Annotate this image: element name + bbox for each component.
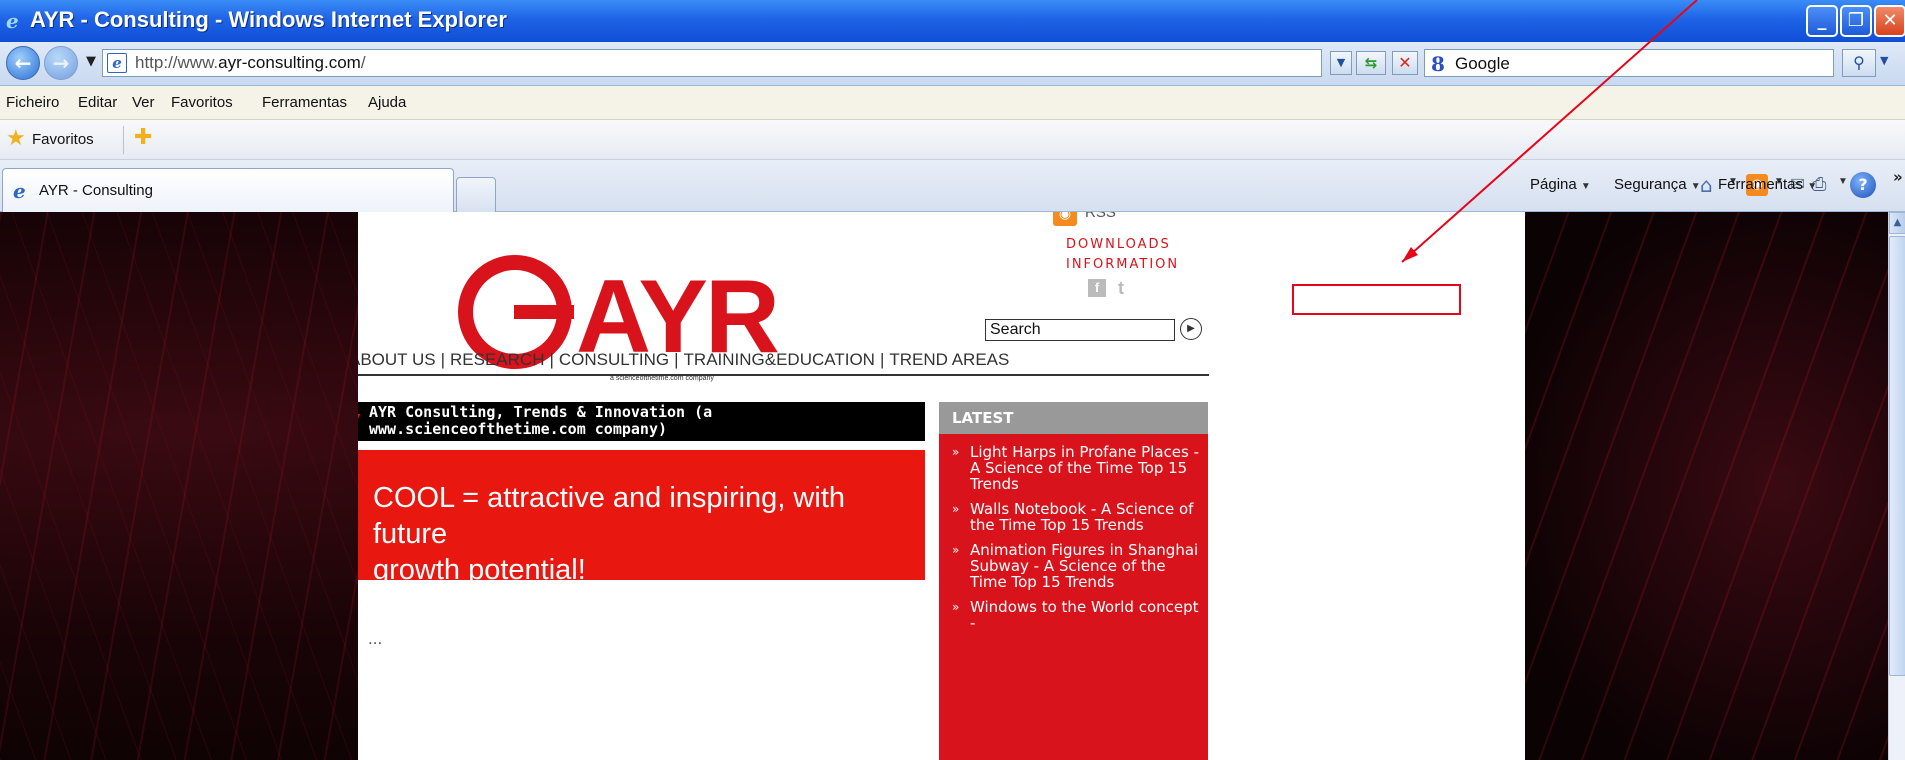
add-favorite-icon[interactable]: ✚ (134, 126, 152, 150)
tools-menu[interactable]: Ferramentas ▼ (1718, 176, 1817, 193)
feature-quote-line1: COOL = attractive and inspiring, with fu… (373, 482, 846, 550)
new-tab-button[interactable] (456, 177, 496, 212)
feature-quote-line2: growth potential! (373, 554, 586, 586)
page-icon: e (107, 53, 127, 73)
twitter-icon[interactable]: t (1118, 278, 1124, 299)
menu-edit[interactable]: Editar (78, 94, 117, 111)
scroll-up-button[interactable]: ▲ (1889, 212, 1905, 234)
bullet-icon: » (952, 445, 960, 459)
close-button[interactable]: ✕ (1874, 5, 1905, 37)
rss-link[interactable]: RSS (1085, 212, 1116, 221)
downloads-link[interactable]: DOWNLOADS (1066, 237, 1171, 252)
site-search-input[interactable]: Search (985, 319, 1175, 341)
minimize-button[interactable]: _ (1806, 5, 1838, 37)
more-commands-icon[interactable]: » (1893, 168, 1903, 186)
menu-file[interactable]: Ficheiro (6, 94, 59, 111)
tab-ayr-consulting[interactable]: e AYR - Consulting (2, 168, 454, 212)
page-menu[interactable]: Página ▼ (1530, 176, 1591, 193)
nav-training-education[interactable]: TRAINING&EDUCATION (684, 350, 875, 369)
window-title: AYR - Consulting - Windows Internet Expl… (30, 7, 507, 32)
maximize-button[interactable]: ❐ (1840, 5, 1872, 37)
search-button[interactable]: ⚲ (1842, 49, 1876, 77)
feature-banner: COOL = attractive and inspiring, with fu… (358, 450, 925, 586)
tab-title: AYR - Consulting (39, 182, 153, 199)
triangle-down-icon: ▼ (358, 409, 360, 426)
security-menu[interactable]: Segurança ▼ (1614, 176, 1701, 193)
search-input[interactable]: 8 Google (1424, 49, 1834, 77)
address-input[interactable]: e http://www.ayr-consulting.com/ (102, 49, 1322, 77)
feature-heading: ▼ AYR Consulting, Trends & Innovation (a… (358, 402, 925, 441)
google-icon: 8 (1431, 52, 1445, 76)
stop-button[interactable]: ✕ (1392, 51, 1418, 75)
divider (123, 126, 124, 154)
favorites-button[interactable]: Favoritos (32, 131, 94, 148)
bullet-icon: » (952, 502, 960, 516)
address-dropdown-button[interactable]: ▼ (1330, 51, 1352, 75)
recent-pages-dropdown-icon[interactable]: ▼ (86, 54, 96, 69)
nav-trend-areas[interactable]: TREND AREAS (889, 350, 1009, 369)
nav-separator: | (549, 350, 554, 369)
nav-consulting[interactable]: CONSULTING (559, 350, 669, 369)
vertical-scrollbar[interactable]: ▲ (1888, 212, 1905, 760)
latest-item[interactable]: » Animation Figures in Shanghai Subway - … (952, 542, 1200, 590)
help-icon[interactable]: ? (1850, 172, 1876, 198)
nav-about-us[interactable]: ABOUT US (358, 350, 436, 369)
nav-separator: | (674, 350, 679, 369)
address-toolbar: ← → ▼ e http://www.ayr-consulting.com/ ▼… (0, 42, 1905, 86)
url-text: http://www.ayr-consulting.com/ (135, 53, 366, 72)
menu-bar: Ficheiro Editar Ver Favoritos Ferramenta… (0, 86, 1905, 120)
main-navigation: ABOUT US|RESEARCH|CONSULTING|TRAINING&ED… (358, 350, 1209, 376)
latest-item[interactable]: » Windows to the World concept - (952, 599, 1200, 631)
latest-item[interactable]: » Light Harps in Profane Places - A Scien… (952, 444, 1200, 492)
search-provider-label: Google (1455, 54, 1510, 73)
back-button[interactable]: ← (6, 46, 40, 80)
logo-tagline: a scienceofthetime.com company (610, 375, 714, 382)
nav-separator: | (879, 350, 885, 369)
logo-bar-shape (514, 305, 574, 319)
scroll-thumb[interactable] (1889, 236, 1905, 676)
refresh-button[interactable]: ⇆ (1356, 51, 1386, 75)
ie-tab-icon: e (13, 179, 26, 203)
highlight-annotation-box (1292, 284, 1461, 315)
latest-heading: LATEST (939, 402, 1208, 434)
rss-icon[interactable]: ◉ (1053, 212, 1077, 226)
ie-logo-icon: e (6, 9, 19, 33)
bullet-icon: » (952, 543, 960, 557)
browser-window: e AYR - Consulting - Windows Internet Ex… (0, 0, 1905, 760)
menu-view[interactable]: Ver (132, 94, 155, 111)
search-options-icon[interactable]: ▼ (1880, 54, 1888, 67)
body-text: ... (368, 629, 383, 648)
menu-tools[interactable]: Ferramentas (262, 94, 347, 111)
tab-bar: e AYR - Consulting ⌂ ▼ ◉ ▼ ✉ ⎙ ▼ Página … (0, 160, 1905, 212)
menu-favorites[interactable]: Favoritos (171, 94, 233, 111)
title-bar: e AYR - Consulting - Windows Internet Ex… (0, 0, 1905, 42)
latest-panel: LATEST » Light Harps in Profane Places - … (939, 402, 1208, 760)
latest-list: » Light Harps in Profane Places - A Scien… (939, 434, 1208, 631)
site-search-button[interactable]: ▶ (1180, 318, 1202, 340)
facebook-icon[interactable]: f (1088, 279, 1106, 297)
home-icon[interactable]: ⌂ (1700, 173, 1713, 197)
menu-help[interactable]: Ajuda (368, 94, 406, 111)
information-link[interactable]: INFORMATION (1066, 257, 1179, 272)
favorites-bar: ★ Favoritos ✚ (0, 120, 1905, 160)
bullet-icon: » (952, 600, 960, 614)
forward-button[interactable]: → (44, 46, 78, 80)
print-dropdown-icon[interactable]: ▼ (1838, 176, 1848, 187)
latest-item[interactable]: » Walls Notebook - A Science of the Time … (952, 501, 1200, 533)
favorites-star-icon[interactable]: ★ (6, 128, 26, 150)
nav-research[interactable]: RESEARCH (450, 350, 544, 369)
feature-heading-text: AYR Consulting, Trends & Innovation (a w… (369, 403, 713, 438)
nav-separator: | (440, 350, 446, 369)
